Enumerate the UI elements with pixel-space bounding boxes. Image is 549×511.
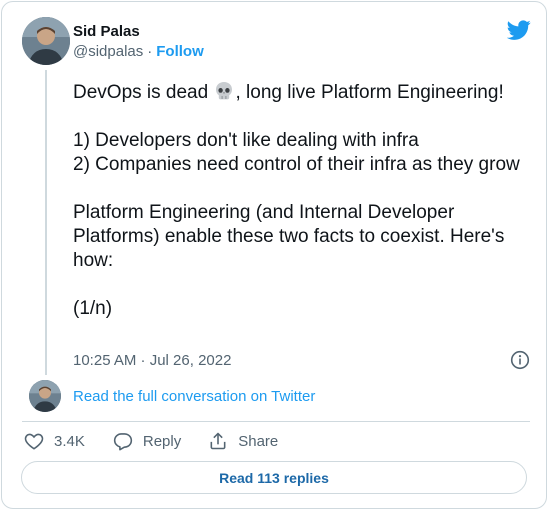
share-button[interactable]: Share bbox=[208, 431, 278, 451]
reply-button[interactable]: Reply bbox=[113, 431, 181, 451]
tweet-text-body: 1) Developers don't like dealing with in… bbox=[73, 130, 520, 319]
tweet-text: DevOps is dead , long live Platform Engi… bbox=[73, 80, 533, 321]
actions-divider bbox=[22, 421, 530, 422]
author-name[interactable]: Sid Palas bbox=[73, 23, 140, 40]
tweet-text-intro: DevOps is dead bbox=[73, 82, 214, 103]
tweet-text-headline-end: , long live Platform Engineering! bbox=[235, 82, 504, 103]
conversation-avatar bbox=[29, 380, 61, 412]
skull-emoji bbox=[216, 82, 233, 100]
share-label: Share bbox=[238, 432, 279, 450]
author-handle-row: @sidpalas · Follow bbox=[73, 43, 204, 60]
tweet-timestamp[interactable]: 10:25 AM · Jul 26, 2022 bbox=[73, 352, 231, 369]
tweet-embed-card: Sid Palas @sidpalas · Follow DevOps is dea… bbox=[1, 1, 547, 509]
handle-separator: · bbox=[147, 43, 153, 60]
read-replies-button[interactable]: Read 113 replies bbox=[21, 461, 527, 494]
thread-connector-line bbox=[45, 70, 47, 375]
share-icon bbox=[210, 432, 226, 450]
author-handle[interactable]: @sidpalas bbox=[73, 43, 143, 60]
read-conversation-link[interactable]: Read the full conversation on Twitter bbox=[73, 388, 315, 405]
tweet-actions: 3.4K Reply Share bbox=[24, 430, 278, 452]
heart-icon bbox=[24, 433, 44, 450]
author-avatar[interactable] bbox=[22, 17, 70, 65]
follow-button[interactable]: Follow bbox=[156, 43, 204, 60]
info-icon[interactable] bbox=[510, 350, 530, 370]
speech-bubble-icon bbox=[113, 433, 132, 451]
like-count: 3.4K bbox=[54, 432, 85, 450]
reply-label: Reply bbox=[142, 432, 182, 450]
twitter-bird-icon[interactable] bbox=[507, 18, 531, 42]
like-button[interactable]: 3.4K bbox=[24, 431, 85, 451]
